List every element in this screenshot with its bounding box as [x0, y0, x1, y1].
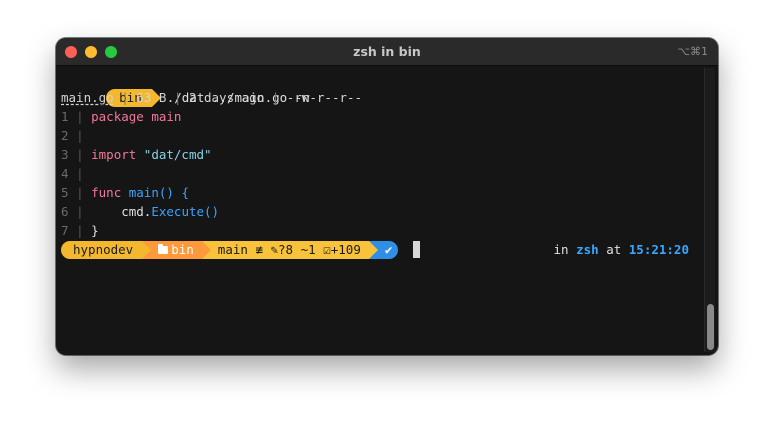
terminal-window: zsh in bin ⌥⌘1 bin ./dat ../main.go -n ma…: [56, 38, 718, 355]
line-number: 6: [61, 204, 69, 219]
line-number: 4: [61, 166, 69, 181]
prompt-user-segment: hypnodev: [61, 240, 152, 259]
closing-brace: }: [91, 223, 99, 238]
right-prompt: in zsh at 15:21:20: [553, 240, 689, 259]
gutter-separator: |: [76, 204, 84, 219]
git-branch-status: ≢: [255, 241, 263, 257]
rprompt-time: 15:21:20: [628, 242, 689, 257]
file-name[interactable]: main.go: [61, 90, 114, 105]
rprompt-at-label: at: [606, 242, 622, 257]
git-branch-name: main: [217, 241, 248, 257]
powerline-prompt: hypnodev bin main ≢ ✎?8 ~1 ☑+109 ✔ in zs…: [61, 240, 701, 259]
code-line: 6 | cmd.Execute(): [61, 202, 219, 221]
package-name: main: [143, 109, 182, 124]
git-staged-count: +109: [330, 241, 361, 257]
title-bar[interactable]: zsh in bin ⌥⌘1: [56, 38, 718, 66]
line-number: 3: [61, 147, 69, 162]
line-number: 1: [61, 109, 69, 124]
folder-icon: [158, 243, 169, 254]
line-number: 2: [61, 128, 69, 143]
string-literal: "dat/cmd": [136, 147, 212, 162]
code-line: 1 | package main: [61, 107, 181, 126]
window-shortcut: ⌥⌘1: [677, 45, 708, 58]
prompt-dir-label: bin: [171, 241, 194, 257]
code-line: 3 | import "dat/cmd": [61, 145, 212, 164]
scrollbar-thumb[interactable]: [707, 304, 714, 350]
rprompt-in-label: in: [553, 242, 569, 257]
scrollbar-track[interactable]: [704, 68, 715, 352]
keyword: func: [91, 185, 122, 200]
gutter-separator: |: [76, 109, 84, 124]
edit-icon: ✎: [270, 241, 279, 257]
function-call: Execute(): [151, 204, 220, 219]
gutter-separator: |: [76, 128, 84, 143]
line-number: 5: [61, 185, 69, 200]
terminal-cursor[interactable]: [413, 241, 421, 258]
prompt-git-segment: main ≢ ✎?8 ~1 ☑+109: [201, 240, 378, 259]
check-icon: ✔: [384, 241, 393, 257]
function-declaration: main() {: [121, 185, 189, 200]
staged-check-icon: ☑: [323, 241, 331, 257]
gutter-separator: |: [76, 166, 84, 181]
keyword: package: [91, 109, 144, 124]
window-title: zsh in bin: [353, 44, 421, 59]
file-size: 63 B: [136, 90, 167, 105]
code-line: 5 | func main() {: [61, 183, 189, 202]
git-untracked-count: ?8: [278, 241, 294, 257]
gutter-separator: |: [76, 185, 84, 200]
file-meta-line: main.go | 63 B | 2 days ago | -rw-r--r--: [61, 90, 363, 105]
keyword: import: [91, 147, 137, 162]
rprompt-shell: zsh: [576, 242, 599, 257]
gutter-separator: |: [76, 147, 84, 162]
line-number: 7: [61, 223, 69, 238]
identifier: cmd.: [91, 204, 152, 219]
code-line: 2 |: [61, 126, 84, 145]
git-modified-count: ~1: [300, 241, 316, 257]
command-line: bin ./dat ../main.go -n: [61, 69, 310, 107]
code-line: 4 |: [61, 164, 84, 183]
code-line: 7 | }: [61, 221, 99, 240]
gutter-separator: |: [76, 223, 84, 238]
file-permissions: -rw-r--r--: [286, 90, 363, 105]
file-modified: 2 days ago: [188, 90, 265, 105]
